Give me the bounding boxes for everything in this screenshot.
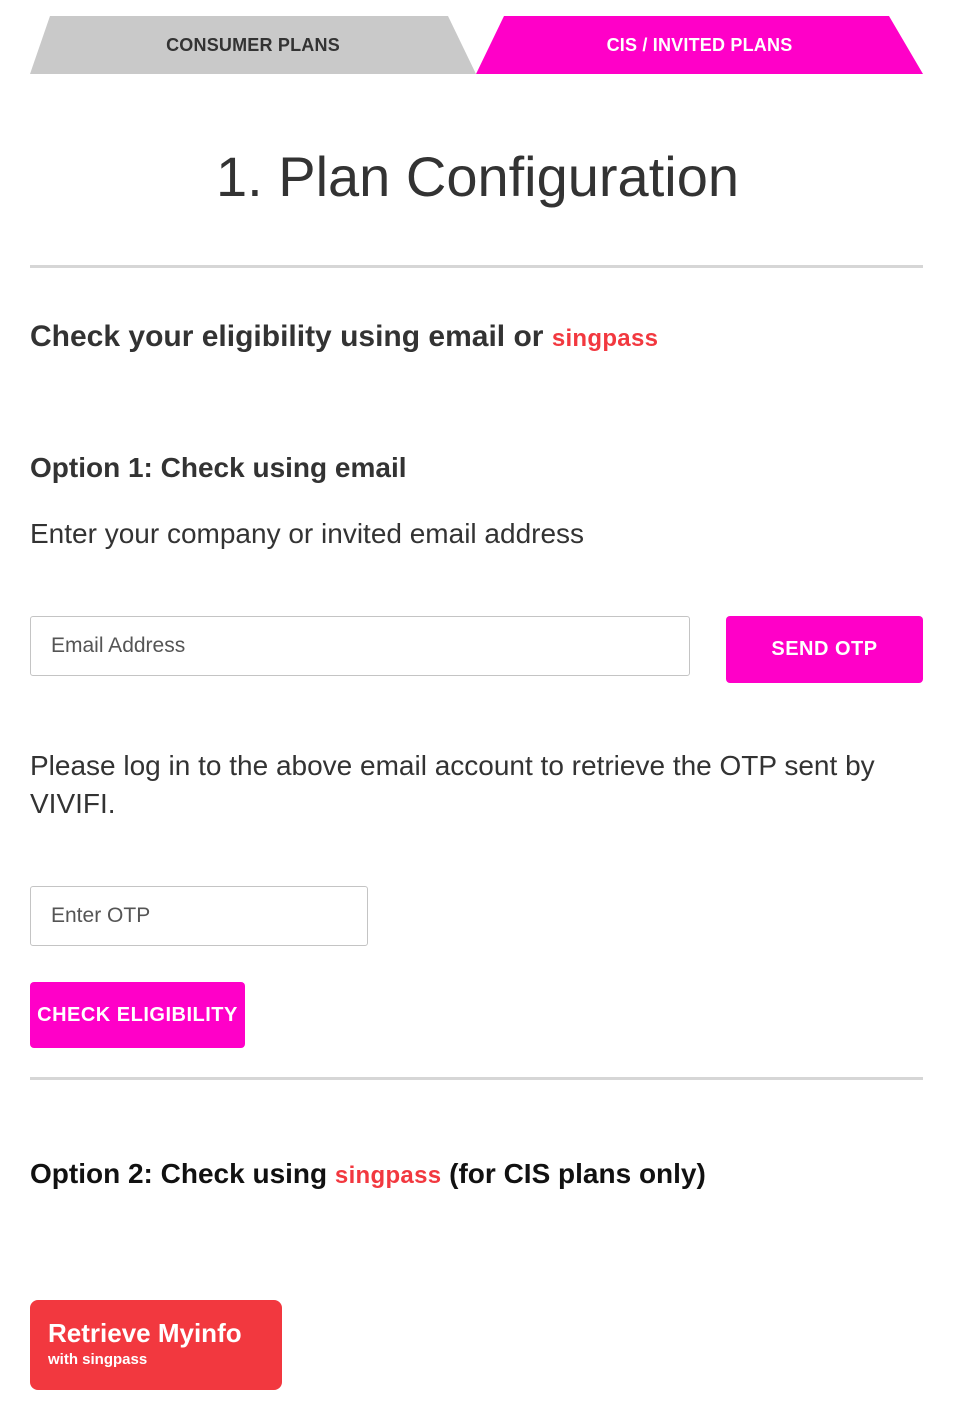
divider-middle xyxy=(30,1077,923,1080)
singpass-logo-option2: singpass xyxy=(334,1162,442,1189)
retrieve-myinfo-button[interactable]: Retrieve Myinfo with singpass xyxy=(30,1300,282,1390)
plan-tabs: CONSUMER PLANS CIS / INVITED PLANS xyxy=(30,16,923,90)
option1-instruction: Enter your company or invited email addr… xyxy=(30,518,585,549)
option1-title: Option 1: Check using email xyxy=(30,452,407,483)
otp-instruction-text: Please log in to the above email account… xyxy=(30,750,875,819)
page-title: 1. Plan Configuration xyxy=(215,145,739,208)
option2-title: Option 2: Check using singpass (for CIS … xyxy=(30,1158,706,1190)
eligibility-heading: Check your eligibility using email or si… xyxy=(30,320,658,354)
send-otp-button[interactable]: SEND OTP xyxy=(726,616,923,683)
tab-consumer-label: CONSUMER PLANS xyxy=(166,34,340,55)
option2-title-prefix: Option 2: Check using xyxy=(30,1158,328,1189)
myinfo-button-sublabel: with singpass xyxy=(48,1351,148,1368)
otp-input[interactable] xyxy=(30,886,368,946)
tab-consumer-plans[interactable]: CONSUMER PLANS xyxy=(30,16,476,74)
eligibility-heading-text: Check your eligibility using email or xyxy=(30,320,544,353)
singpass-logo: singpass xyxy=(551,325,659,352)
tab-cis-invited-plans[interactable]: CIS / INVITED PLANS xyxy=(476,16,923,74)
option2-title-suffix: (for CIS plans only) xyxy=(449,1158,706,1189)
active-tab-pointer xyxy=(655,58,683,73)
tab-cis-label: CIS / INVITED PLANS xyxy=(606,34,793,55)
email-address-input[interactable] xyxy=(30,616,690,676)
myinfo-button-label: Retrieve Myinfo xyxy=(48,1318,242,1348)
check-eligibility-button[interactable]: CHECK ELIGIBILITY xyxy=(30,982,245,1048)
divider-top xyxy=(30,265,923,268)
